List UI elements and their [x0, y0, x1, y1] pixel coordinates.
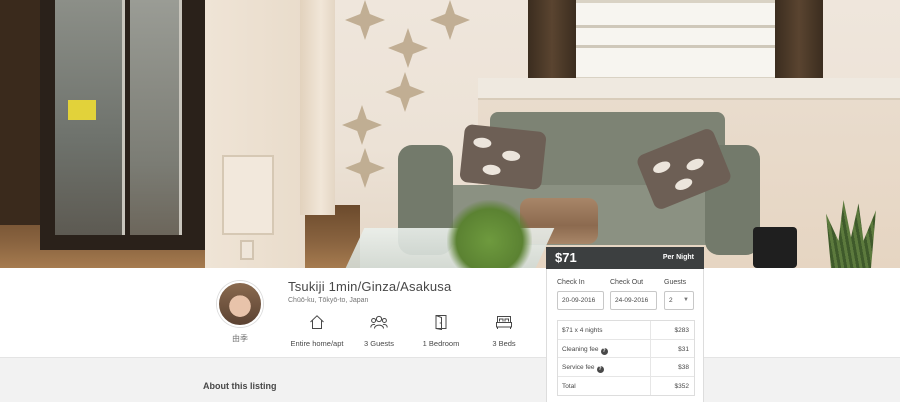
check-out-input[interactable]: 24-09-2016 — [610, 291, 657, 310]
photo-wall-panel — [222, 155, 274, 235]
photo-sticker — [68, 100, 96, 120]
photo-curtain — [775, 0, 823, 90]
photo-wall-decal — [345, 0, 385, 40]
price-row-label: Total — [562, 382, 576, 390]
about-listing-heading: About this listing — [203, 381, 277, 391]
price-row-nights: $71 x 4 nights $283 — [558, 321, 694, 340]
amenity-label: 1 Bedroom — [422, 339, 460, 348]
price-row-value: $38 — [678, 364, 689, 371]
photo-pillar — [300, 0, 335, 215]
check-in-label: Check In — [557, 279, 585, 286]
photo-wall-decal — [430, 0, 470, 40]
price-row-cleaning-fee: Cleaning fee? $31 — [558, 339, 694, 358]
price-row-label: $71 x 4 nights — [562, 327, 603, 334]
amenity-guests: 3 Guests — [344, 314, 414, 351]
price-row-service-fee: Service fee? $38 — [558, 358, 694, 377]
amenity-label: 3 Beds — [492, 339, 516, 348]
amenity-room-type: Entire home/apt — [282, 314, 352, 351]
photo-curtain — [528, 0, 576, 90]
photo-glass-pane — [130, 0, 182, 235]
photo-wall-decal — [388, 28, 428, 68]
guests-select[interactable]: 2 ▼ — [664, 291, 694, 310]
guests-label: Guests — [664, 279, 687, 286]
photo-window-line — [558, 25, 777, 28]
price-row-label: Service fee — [562, 364, 595, 371]
chevron-down-icon: ▼ — [683, 297, 689, 303]
guests-value: 2 — [669, 297, 673, 304]
photo-wall-decal — [342, 105, 382, 145]
photo-wall-decal — [385, 72, 425, 112]
listing-hero-photo[interactable] — [0, 0, 900, 268]
host-name[interactable]: 由季 — [227, 333, 253, 344]
price-row-value: $283 — [674, 327, 689, 334]
booking-price-bar: $71 Per Night — [546, 247, 704, 269]
booking-panel: Check In Check Out Guests 20-09-2016 24-… — [546, 269, 704, 402]
price-row-value: $352 — [674, 382, 689, 390]
price-breakdown-table: $71 x 4 nights $283 Cleaning fee? $31 Se… — [557, 320, 695, 396]
guests-icon — [370, 315, 388, 329]
bed-icon — [496, 316, 512, 329]
check-out-value: 24-09-2016 — [615, 297, 649, 304]
amenity-label: Entire home/apt — [290, 339, 344, 348]
price-row-label: Cleaning fee — [562, 345, 599, 353]
host-avatar[interactable] — [217, 281, 263, 327]
photo-bin — [753, 227, 797, 268]
help-icon[interactable]: ? — [596, 366, 604, 373]
listing-location[interactable]: Chūō-ku, Tōkyō-to, Japan — [288, 297, 368, 304]
amenity-beds: 3 Beds — [469, 314, 539, 351]
check-out-label: Check Out — [610, 279, 644, 286]
amenity-bedrooms: 1 Bedroom — [406, 314, 476, 351]
check-in-input[interactable]: 20-09-2016 — [557, 291, 604, 310]
price-row-value: $31 — [678, 345, 689, 353]
check-in-value: 20-09-2016 — [562, 297, 596, 304]
photo-window-line — [558, 45, 777, 48]
nightly-price: $71 — [555, 250, 577, 265]
home-icon — [310, 315, 324, 329]
photo-window — [555, 0, 780, 80]
photo-cushion — [459, 123, 547, 191]
photo-window-sill — [478, 78, 900, 100]
photo-plant — [447, 200, 532, 268]
photo-wall-decal — [345, 148, 385, 188]
listing-title: Tsukiji 1min/Ginza/Asakusa — [288, 279, 452, 294]
per-night-label: Per Night — [662, 254, 694, 261]
amenity-label: 3 Guests — [363, 339, 394, 348]
price-row-total: Total $352 — [558, 376, 694, 395]
help-icon[interactable]: ? — [600, 347, 608, 355]
photo-door-frame — [0, 0, 40, 225]
listing-details-area — [0, 358, 900, 402]
door-icon — [435, 315, 447, 330]
photo-socket — [240, 240, 254, 260]
